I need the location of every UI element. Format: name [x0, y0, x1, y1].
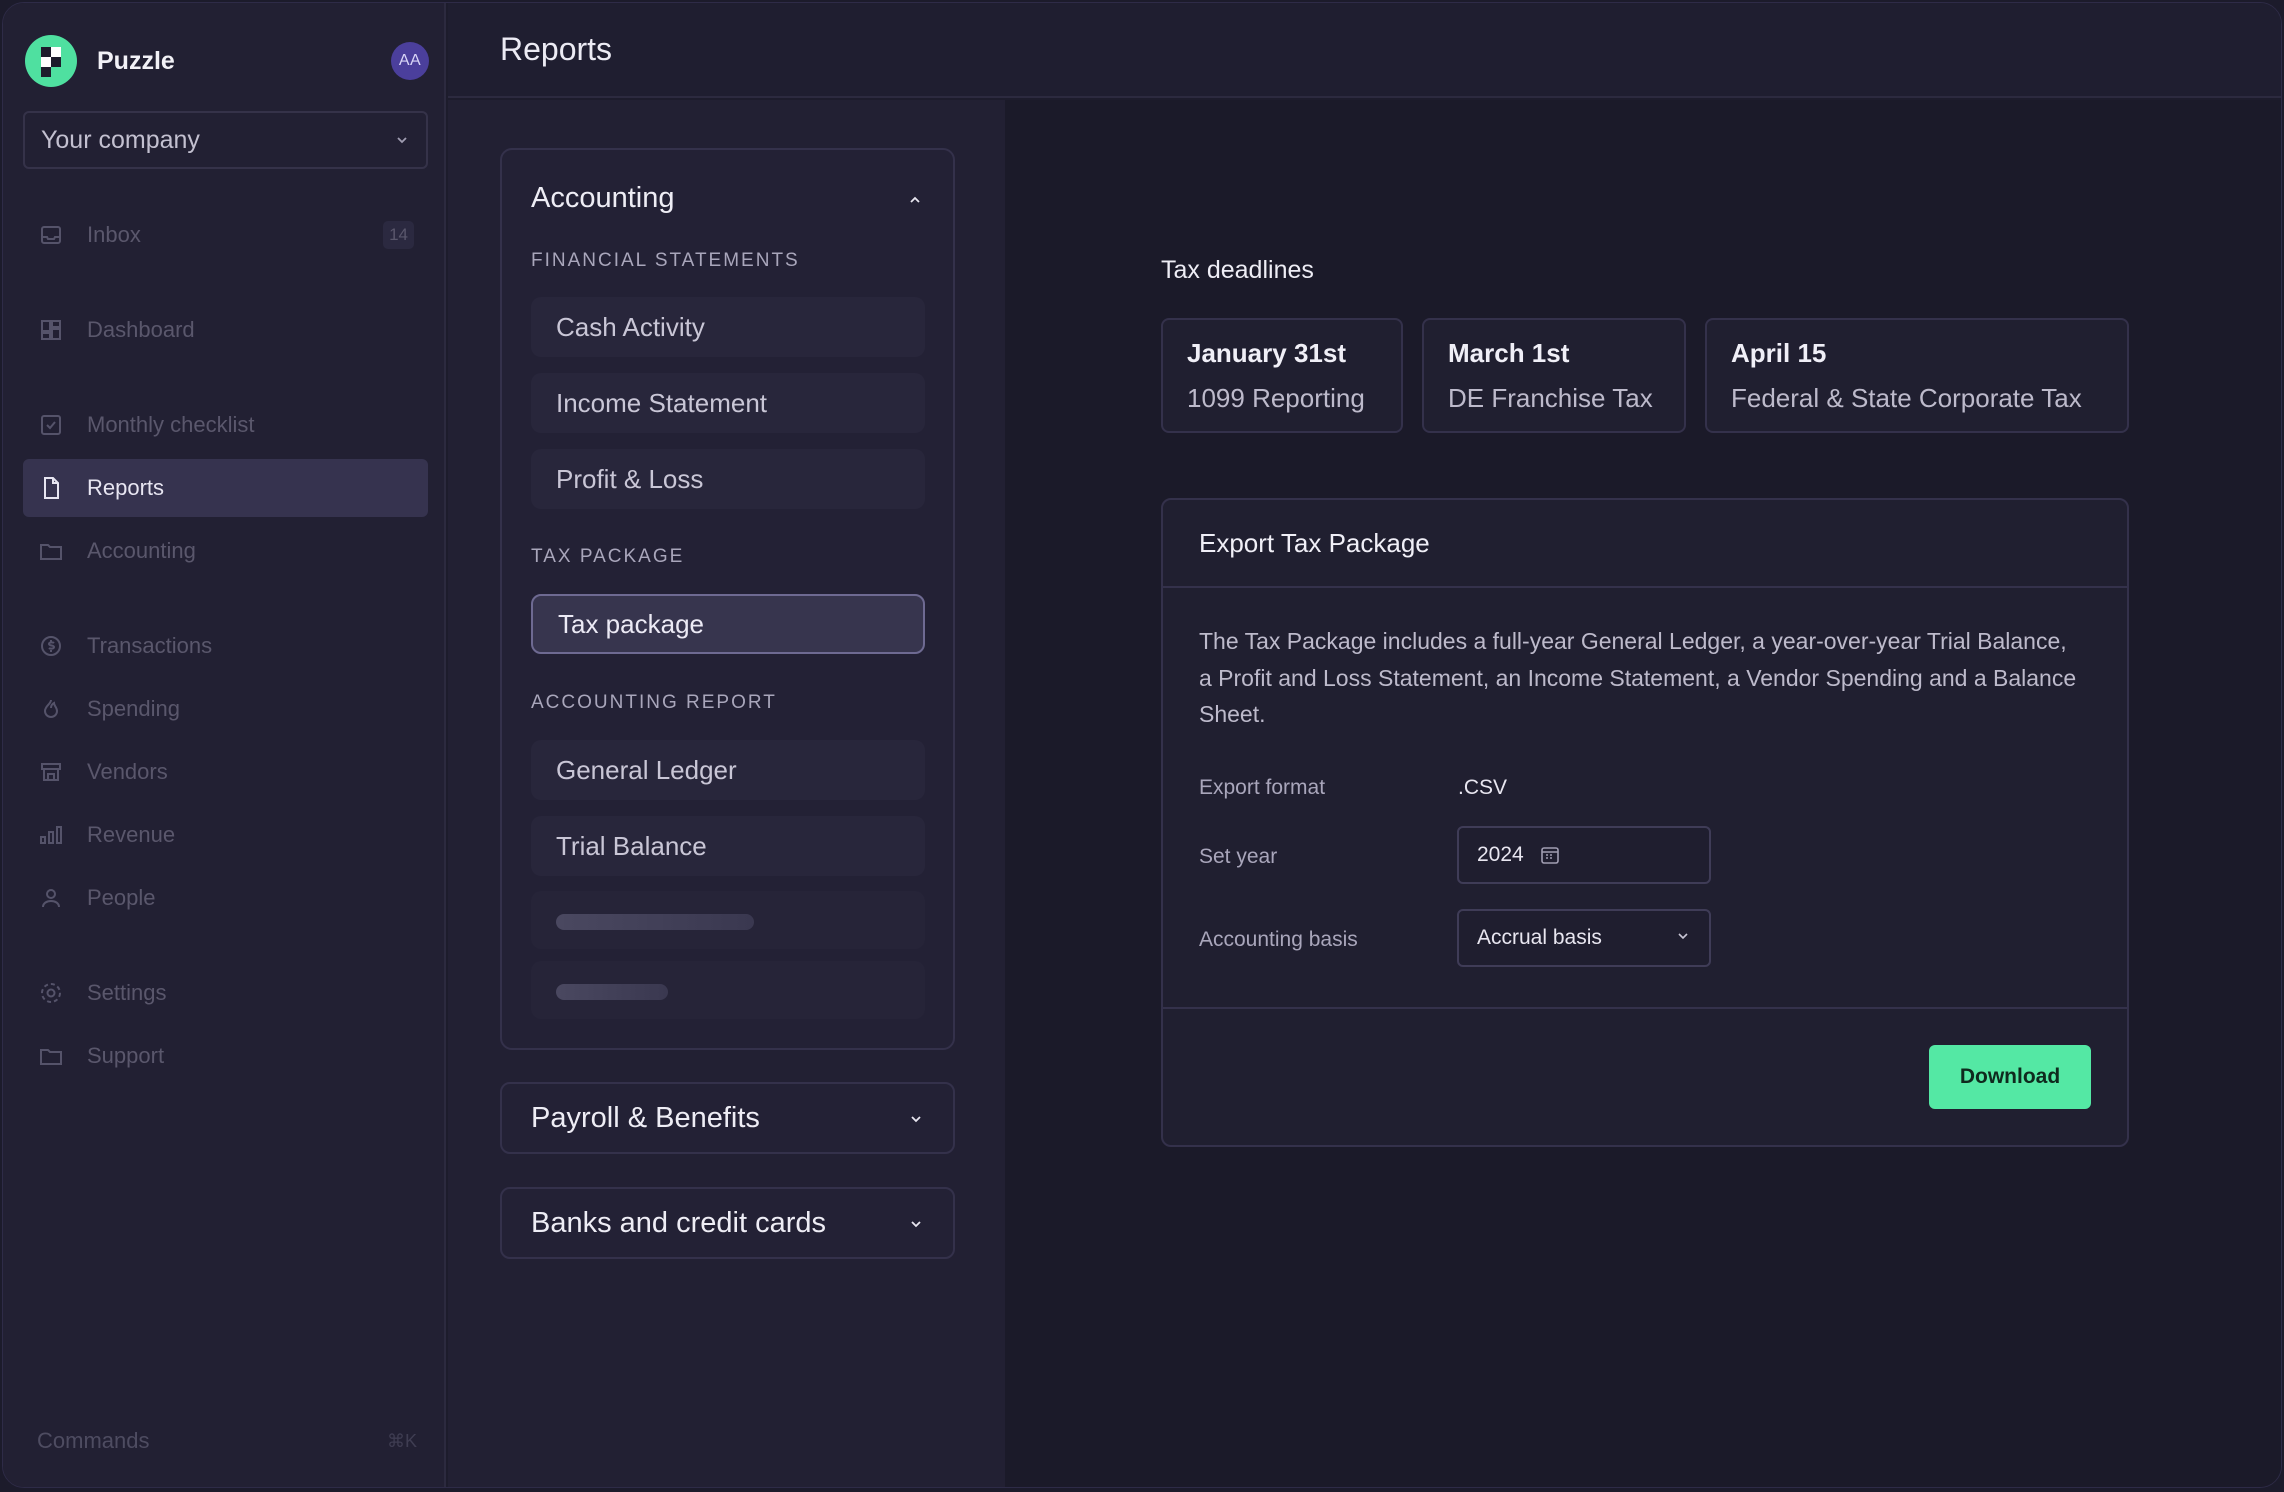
sidebar-item-label: Settings	[87, 980, 167, 1005]
deadline-card: April 15 Federal & State Corporate Tax	[1705, 318, 2129, 433]
set-year-label: Set year	[1199, 845, 1278, 868]
export-format-label: Export format	[1199, 776, 1326, 799]
deadline-title: 1099 Reporting	[1187, 383, 1365, 413]
deadline-date: March 1st	[1448, 338, 1570, 368]
dollar-cycle-icon	[37, 632, 65, 660]
sidebar-item-label: Reports	[87, 475, 165, 500]
report-cash-activity[interactable]: Cash Activity	[531, 297, 925, 357]
sidebar-item-label: Revenue	[87, 822, 176, 847]
report-profit-loss[interactable]: Profit & Loss	[531, 449, 925, 509]
tax-deadlines-heading: Tax deadlines	[1161, 256, 1314, 284]
sidebar-item-label: Spending	[87, 696, 180, 721]
gear-icon	[37, 979, 65, 1007]
sidebar-item-label: Accounting	[87, 538, 196, 563]
sidebar-item-support[interactable]: Support	[23, 1027, 428, 1085]
deadline-card: January 31st 1099 Reporting	[1161, 318, 1403, 433]
sidebar-item-vendors[interactable]: Vendors	[23, 743, 428, 801]
accounting-basis-value: Accrual basis	[1477, 926, 1602, 949]
folder-icon	[37, 1042, 65, 1070]
person-icon	[37, 884, 65, 912]
sidebar-item-inbox[interactable]: Inbox 14	[23, 206, 428, 264]
loading-placeholder	[531, 891, 925, 949]
company-selector[interactable]: Your company	[23, 111, 428, 169]
deadline-title: Federal & State Corporate Tax	[1731, 383, 2082, 413]
sidebar-item-monthly-checklist[interactable]: Monthly checklist	[23, 396, 428, 454]
sidebar-item-spending[interactable]: Spending	[23, 680, 428, 738]
accounting-panel: Accounting FINANCIAL STATEMENTS Cash Act…	[500, 148, 955, 1050]
sidebar: Puzzle AA Your company Inbox 14 Dashboar…	[3, 3, 446, 1487]
bar-chart-icon	[37, 821, 65, 849]
export-card-title: Export Tax Package	[1163, 500, 2127, 588]
card-divider	[1163, 1007, 2127, 1009]
year-picker[interactable]: 2024	[1457, 826, 1711, 884]
section-label-tax-package: TAX PACKAGE	[531, 546, 685, 567]
report-trial-balance[interactable]: Trial Balance	[531, 816, 925, 876]
section-label-financial-statements: FINANCIAL STATEMENTS	[531, 250, 800, 271]
inbox-icon	[37, 221, 65, 249]
payroll-benefits-panel[interactable]: Payroll & Benefits	[500, 1082, 955, 1154]
chevron-down-icon	[1675, 926, 1691, 950]
report-general-ledger[interactable]: General Ledger	[531, 740, 925, 800]
export-tax-package-card: Export Tax Package The Tax Package inclu…	[1161, 498, 2129, 1147]
export-format-value: .CSV	[1458, 776, 1508, 799]
sidebar-item-accounting[interactable]: Accounting	[23, 522, 428, 580]
flame-icon	[37, 695, 65, 723]
folder-icon	[37, 537, 65, 565]
commands-shortcut: ⌘K	[386, 1430, 417, 1451]
brand: Puzzle AA	[25, 35, 429, 87]
accounting-basis-select[interactable]: Accrual basis	[1457, 909, 1711, 967]
payroll-benefits-title: Payroll & Benefits	[531, 1101, 760, 1134]
inbox-count-badge: 14	[383, 221, 414, 249]
deadline-date: January 31st	[1187, 338, 1346, 368]
chevron-down-icon	[908, 1102, 924, 1135]
accounting-panel-title: Accounting	[531, 182, 675, 214]
sidebar-item-settings[interactable]: Settings	[23, 964, 428, 1022]
sidebar-item-label: Support	[87, 1043, 165, 1068]
sidebar-item-label: Vendors	[87, 759, 168, 784]
chevron-up-icon[interactable]	[907, 192, 923, 213]
report-tax-package[interactable]: Tax package	[531, 594, 925, 654]
commands-label: Commands	[37, 1428, 150, 1453]
sidebar-item-people[interactable]: People	[23, 869, 428, 927]
puzzle-logo-icon[interactable]	[25, 35, 77, 87]
sidebar-item-label: People	[87, 885, 156, 910]
app-window: Puzzle AA Your company Inbox 14 Dashboar…	[2, 2, 2282, 1488]
year-value: 2024	[1477, 843, 1524, 866]
deadline-title: DE Franchise Tax	[1448, 383, 1653, 413]
page-title: Reports	[500, 31, 613, 67]
reports-nav: Accounting FINANCIAL STATEMENTS Cash Act…	[448, 100, 1005, 1487]
report-income-statement[interactable]: Income Statement	[531, 373, 925, 433]
sidebar-item-revenue[interactable]: Revenue	[23, 806, 428, 864]
commands-button[interactable]: Commands ⌘K	[37, 1428, 417, 1454]
chevron-down-icon	[908, 1207, 924, 1240]
calendar-icon	[1540, 845, 1560, 865]
avatar[interactable]: AA	[391, 42, 429, 80]
deadline-date: April 15	[1731, 338, 1827, 368]
accounting-basis-label: Accounting basis	[1199, 928, 1358, 951]
dashboard-icon	[37, 316, 65, 344]
banks-credit-cards-title: Banks and credit cards	[531, 1206, 826, 1239]
sidebar-item-label: Dashboard	[87, 317, 195, 342]
sidebar-item-dashboard[interactable]: Dashboard	[23, 301, 428, 359]
company-name: Your company	[41, 125, 200, 154]
deadline-card: March 1st DE Franchise Tax	[1422, 318, 1686, 433]
file-icon	[37, 474, 65, 502]
page-header: Reports	[448, 3, 2281, 98]
loading-placeholder	[531, 961, 925, 1019]
app-name: Puzzle	[97, 46, 175, 75]
sidebar-item-label: Inbox	[87, 222, 141, 247]
report-detail: Tax deadlines January 31st 1099 Reportin…	[1005, 100, 2281, 1487]
sidebar-item-transactions[interactable]: Transactions	[23, 617, 428, 675]
sidebar-item-label: Transactions	[87, 633, 213, 658]
export-description: The Tax Package includes a full-year Gen…	[1199, 628, 2077, 727]
download-button[interactable]: Download	[1929, 1045, 2091, 1109]
chevron-down-icon	[394, 126, 410, 155]
checklist-icon	[37, 411, 65, 439]
section-label-accounting-report: ACCOUNTING REPORT	[531, 692, 777, 713]
banks-credit-cards-panel[interactable]: Banks and credit cards	[500, 1187, 955, 1259]
sidebar-item-reports[interactable]: Reports	[23, 459, 428, 517]
store-icon	[37, 758, 65, 786]
sidebar-item-label: Monthly checklist	[87, 412, 255, 437]
